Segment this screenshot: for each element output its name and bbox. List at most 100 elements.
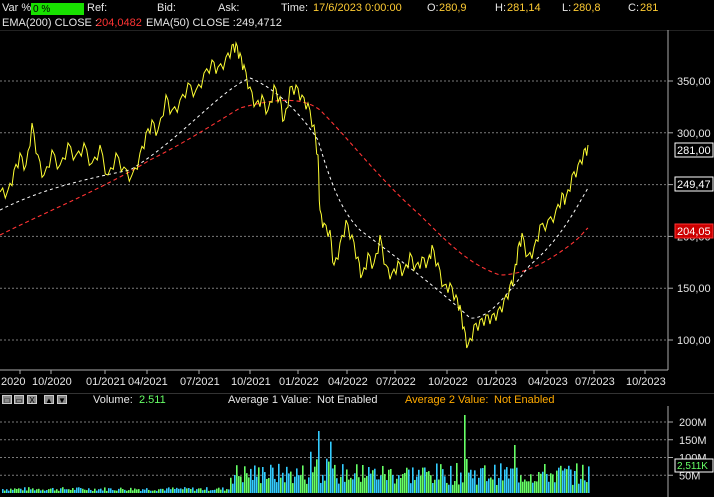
volume-bar — [532, 482, 534, 493]
volume-bar — [100, 488, 102, 493]
volume-bar — [126, 490, 128, 493]
volume-bar — [200, 488, 202, 493]
low-label: L: — [562, 2, 572, 14]
volume-bar — [442, 469, 444, 493]
volume-bar — [468, 472, 470, 493]
ema50-tag: 249,47 — [674, 176, 714, 192]
price-tick-label: 100,00 — [677, 335, 711, 347]
volume-bar — [500, 463, 502, 493]
volume-bar — [128, 490, 130, 493]
volume-bar — [36, 489, 38, 493]
volume-bar — [180, 488, 182, 493]
volume-bar — [242, 482, 244, 493]
volume-bar — [584, 480, 586, 493]
minimize-button[interactable]: ▭ — [14, 395, 24, 405]
close-button[interactable]: X — [27, 395, 37, 405]
volume-bar — [280, 477, 282, 493]
volume-bar — [94, 488, 96, 493]
restore-button[interactable]: □ — [2, 395, 12, 405]
volume-bar — [178, 488, 180, 493]
volume-bar — [326, 458, 328, 493]
time-tick-label: 07/2021 — [180, 376, 220, 388]
price-axis-ticks: 350,00300,00250,00200,00150,00100,00 — [668, 76, 711, 347]
volume-bar — [348, 479, 350, 493]
volume-tick-label: 200M — [679, 417, 707, 429]
volume-bar — [140, 490, 142, 493]
volume-bar — [336, 478, 338, 493]
volume-bar — [152, 490, 154, 493]
var-value: 0 % — [33, 4, 51, 15]
volume-bar — [566, 469, 568, 493]
volume-bar — [272, 467, 274, 493]
volume-bar — [302, 465, 304, 493]
volume-bar — [304, 479, 306, 493]
volume-bar — [448, 484, 450, 493]
volume-bar — [458, 484, 460, 493]
volume-bar — [406, 467, 408, 493]
volume-bar — [372, 470, 374, 493]
volume-bar — [572, 484, 574, 493]
volume-bar — [204, 489, 206, 493]
volume-bar — [416, 476, 418, 493]
volume-bar — [116, 490, 118, 493]
move-down-button[interactable]: ▼ — [57, 395, 67, 405]
volume-bar — [14, 488, 16, 493]
volume-bar — [78, 487, 80, 493]
volume-bar — [210, 490, 212, 493]
volume-bar — [484, 465, 486, 493]
time-tick-label: 2020 — [1, 376, 25, 388]
volume-bar — [168, 487, 170, 493]
volume-bar — [338, 483, 340, 493]
volume-bar — [252, 479, 254, 493]
price-chart[interactable]: 350,00300,00250,00200,00150,00100,00 202… — [0, 30, 714, 388]
volume-bar — [74, 489, 76, 493]
volume-chart[interactable]: 200M150M100M50M 2,511K — [0, 406, 714, 497]
volume-bar — [568, 465, 570, 493]
volume-bar — [300, 475, 302, 493]
avg2-label: Average 2 Value: — [405, 394, 489, 406]
time-tick-label: 07/2022 — [376, 376, 416, 388]
volume-bar — [356, 464, 358, 493]
volume-bar — [366, 475, 368, 493]
price-line — [0, 41, 589, 349]
time-tick-label: 04/2023 — [528, 376, 568, 388]
volume-bar — [426, 472, 428, 493]
time-tick-label: 01/2021 — [86, 376, 126, 388]
volume-bar — [486, 481, 488, 493]
volume-bar — [148, 489, 150, 493]
volume-bar — [62, 487, 64, 493]
volume-bar — [258, 467, 260, 493]
ema50-label: EMA(50) CLOSE : — [146, 17, 236, 29]
volume-bar — [262, 467, 264, 493]
volume-bar — [380, 475, 382, 493]
volume-bar — [228, 489, 230, 493]
volume-bar — [464, 415, 466, 493]
volume-bar — [142, 489, 144, 493]
volume-bar — [110, 488, 112, 493]
volume-bar — [456, 463, 458, 493]
volume-bar — [496, 484, 498, 493]
volume-bar — [234, 474, 236, 493]
volume-bar — [454, 480, 456, 493]
volume-bar — [534, 481, 536, 493]
volume-bar — [292, 483, 294, 493]
volume-bar — [28, 487, 30, 493]
move-up-button[interactable]: ▲ — [44, 395, 54, 405]
volume-bar — [108, 488, 110, 493]
volume-bar — [570, 469, 572, 493]
quote-header: Var %: 0 % Ref: Bid: Ask: Time: 17/6/202… — [0, 0, 714, 17]
volume-bar — [238, 476, 240, 493]
price-tick-label: 300,00 — [677, 128, 711, 140]
volume-bar — [588, 466, 590, 493]
volume-bar — [10, 488, 12, 493]
volume-bar — [332, 468, 334, 493]
time-tick-label: 01/2022 — [279, 376, 319, 388]
volume-bar — [282, 472, 284, 493]
volume-bar — [334, 464, 336, 493]
volume-bar — [378, 479, 380, 493]
high-label: H: — [495, 2, 506, 14]
volume-bar — [230, 477, 232, 493]
volume-bar — [482, 468, 484, 493]
volume-bar — [214, 489, 216, 493]
avg2-value: Not Enabled — [494, 394, 555, 406]
